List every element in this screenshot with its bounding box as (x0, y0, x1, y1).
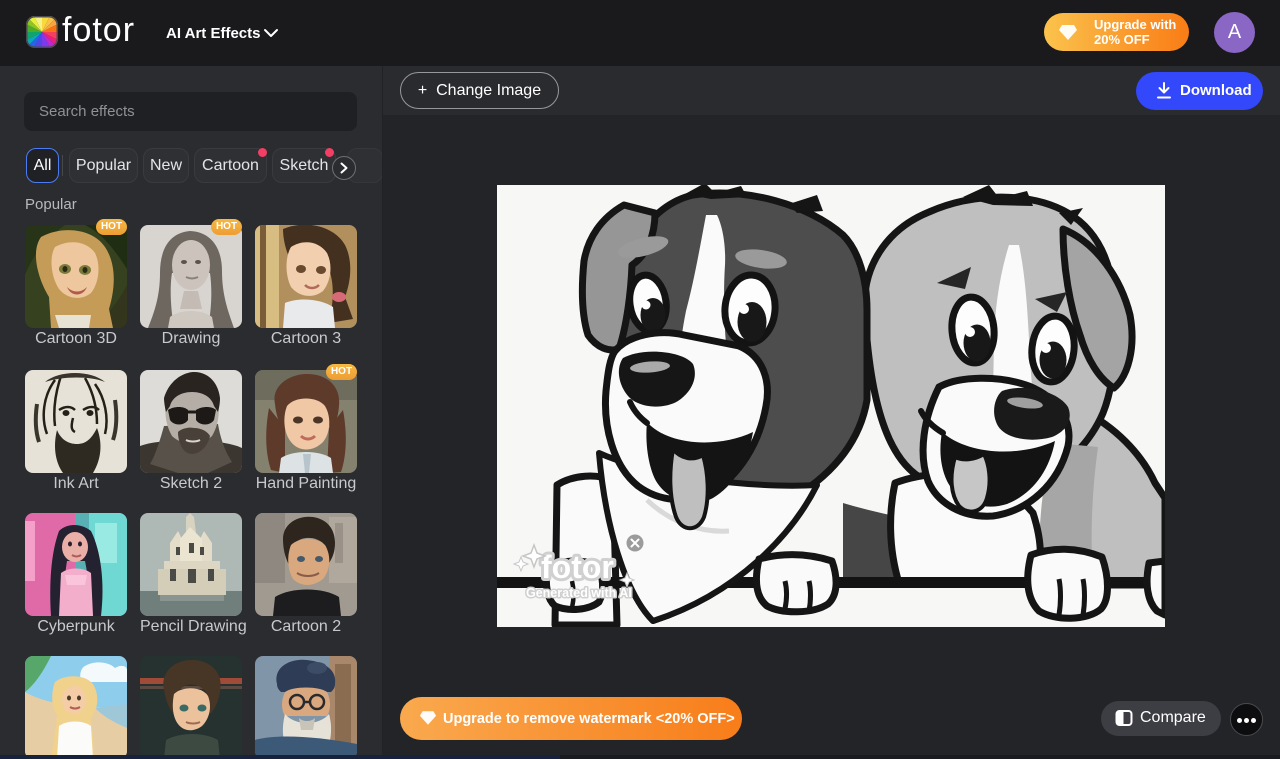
svg-text:Generated with AI: Generated with AI (526, 586, 632, 600)
svg-text:fotor: fotor (541, 549, 614, 585)
